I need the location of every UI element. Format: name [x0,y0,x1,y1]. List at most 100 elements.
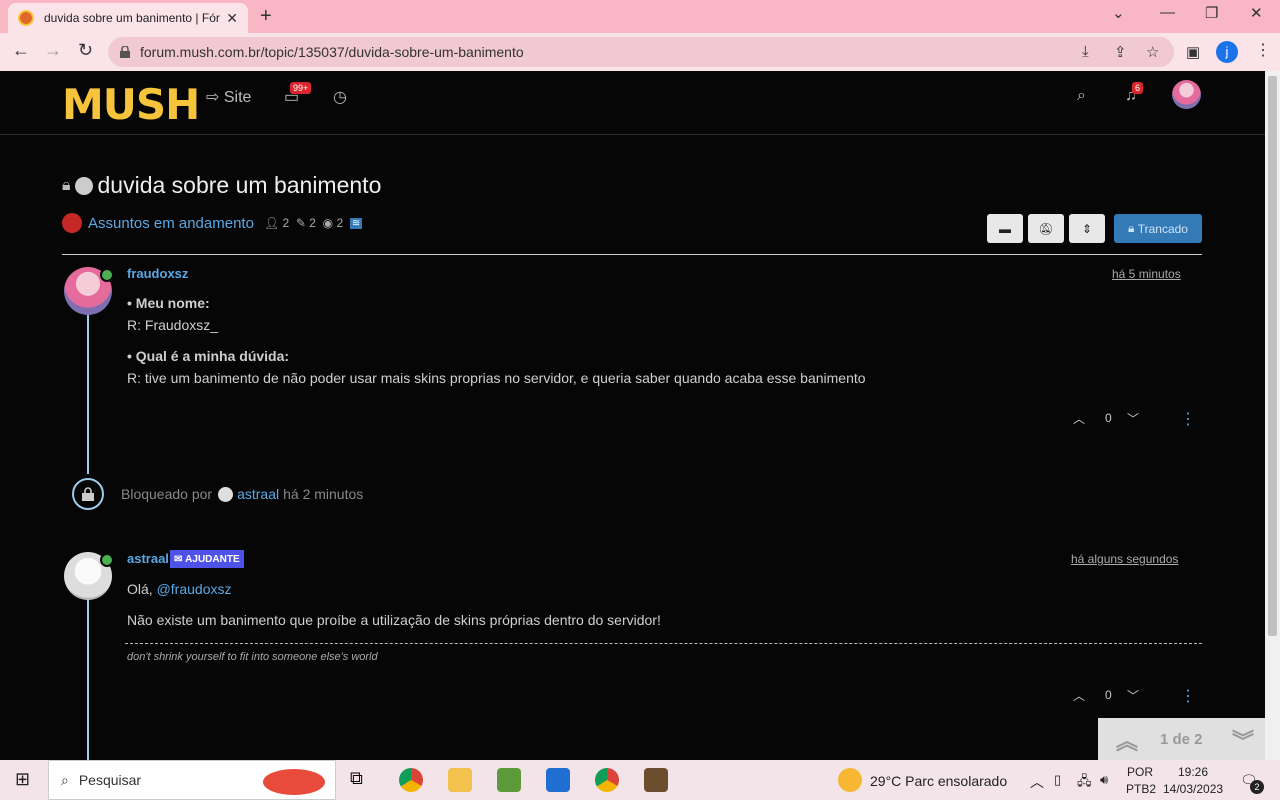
recent-clock-icon[interactable]: ◷ [333,87,347,107]
user-avatar[interactable] [1172,80,1201,109]
start-windows-icon[interactable]: ⊞ [15,769,30,790]
post-answer: R: Fraudoxsz_ [127,317,219,333]
nav-site-link[interactable]: ⇨ Site [206,87,251,107]
sort-button[interactable]: ⇕ [1069,214,1105,243]
locked-icon: 🔒︎ [62,176,71,194]
action-center-badge: 2 [1250,780,1264,794]
post-author[interactable]: fraudoxsz [127,266,188,281]
category-link[interactable]: Assuntos em andamento [88,215,254,232]
scrollbar-thumb[interactable] [1268,76,1277,636]
topic-meta: Assuntos em andamento 👤︎ 2 ✎ 2 ◉ 2 ≋ [62,213,363,233]
downvote-icon[interactable]: ﹀ [1127,687,1139,704]
bookmark-star-icon[interactable]: ☆ [1146,43,1159,61]
favicon-icon [18,10,34,26]
online-status [100,268,114,282]
tab-title: duvida sobre um banimento | Fór [44,11,220,25]
search-icon[interactable]: ⌕ [1077,87,1086,105]
install-icon[interactable]: ⤓ [1082,43,1089,60]
new-tab-icon[interactable]: + [260,5,272,28]
browser-menu-icon[interactable]: ⋮ [1255,40,1271,60]
bell-slash-icon: 🔕︎ [1038,221,1054,236]
event-user-avatar[interactable] [218,486,234,502]
post-question: • Meu nome: [127,295,210,311]
category-icon [62,213,82,233]
browser-toolbar: ← → ↻ forum.mush.com.br/topic/135037/duv… [0,33,1280,71]
weather-text[interactable]: 29°C Parc ensolarado [870,773,1007,789]
upvote-icon[interactable]: ︿ [1073,410,1085,427]
weather-sun-icon[interactable] [838,768,862,792]
url-text: forum.mush.com.br/topic/135037/duvida-so… [140,44,524,60]
windows-taskbar: ⊞ ⌕ Pesquisar ⧉ 29°C Parc ensolarado ︿ ▯… [0,760,1280,800]
search-placeholder: Pesquisar [78,772,142,788]
close-tab-icon[interactable]: ✕ [226,10,238,27]
forward-icon[interactable]: → [44,40,62,61]
brave-shield-icon[interactable] [546,768,570,792]
greeting-text: Olá, [127,581,153,597]
sidepanel-icon[interactable]: ▣ [1186,43,1200,61]
volume-icon[interactable]: 🔊︎ [1100,772,1108,788]
post-question: • Qual é a minha dúvida: [127,348,290,364]
watch-button[interactable]: 🔕︎ [1028,214,1064,243]
reload-icon[interactable]: ↻ [78,40,93,61]
online-status [100,553,114,567]
chrome-profile-icon[interactable] [595,768,619,792]
search-icon: ⌕ [61,771,69,788]
minecraft-icon[interactable] [497,768,521,792]
page-indicator[interactable]: 1 de 2 [1160,731,1203,748]
post-timestamp[interactable]: há alguns segundos [1071,552,1178,566]
tray-device-icon[interactable]: ▯ [1054,772,1061,788]
locked-button[interactable]: 🔒︎ Trancado [1114,214,1202,243]
page-scrollbar[interactable] [1265,71,1280,760]
share-icon[interactable]: ⇪ [1114,43,1127,61]
network-icon[interactable]: 🖧︎ [1077,772,1092,794]
views-count: 2 [336,216,344,230]
restore-icon[interactable]: ❐ [1205,4,1218,22]
event-user[interactable]: astraal [237,486,279,502]
clock-time[interactable]: 19:26 [1178,765,1208,779]
crafting-table-icon[interactable] [644,768,668,792]
post-greeting: Olá, @fraudoxsz [127,581,232,597]
last-page-icon[interactable]: ︾ [1232,724,1254,756]
posters-icon: 👤︎ [263,216,280,230]
taskbar-search[interactable]: ⌕ Pesquisar [48,760,336,800]
upvote-icon[interactable]: ︿ [1073,687,1085,704]
post-menu-icon[interactable]: ⋮ [1180,409,1196,429]
lock-event-icon [72,478,104,510]
timeline-line [87,314,89,474]
chrome-icon[interactable] [399,768,423,792]
post-menu-icon[interactable]: ⋮ [1180,686,1196,706]
back-icon[interactable]: ← [12,40,30,61]
profile-avatar[interactable]: j [1216,41,1238,63]
downvote-icon[interactable]: ﹀ [1127,410,1139,427]
pagination-widget: ︽ 1 de 2 ︾ [1098,718,1265,760]
posters-count: 2 [282,216,290,230]
clock-date[interactable]: 14/03/2023 [1163,782,1223,796]
group-badge: ✉ AJUDANTE [170,550,244,568]
inbox-tray-button[interactable]: ▬ [987,214,1023,243]
window-close-icon[interactable]: ✕ [1250,4,1263,22]
signature-divider [125,643,1202,644]
file-explorer-icon[interactable] [448,768,472,792]
inbox-tray-icon: ▬ [999,221,1011,236]
post-body: Não existe um banimento que proíbe a uti… [127,612,661,628]
rss-icon[interactable]: ≋ [349,217,363,229]
nav-site-label: Site [223,89,252,106]
tray-chevron-icon[interactable]: ︿ [1030,772,1044,792]
post-author[interactable]: astraal [127,551,169,566]
mention-link[interactable]: @fraudoxsz [157,581,232,597]
topic-title-row: 🔒︎ duvida sobre um banimento [62,172,381,199]
lang-secondary[interactable]: PTB2 [1126,782,1156,796]
minimize-icon[interactable]: — [1160,4,1175,21]
task-view-icon[interactable]: ⧉ [350,768,374,792]
event-prefix: Bloqueado por [121,486,213,502]
address-bar[interactable]: forum.mush.com.br/topic/135037/duvida-so… [108,37,1174,67]
site-logo[interactable]: MUSH [62,80,200,129]
tab-search-icon[interactable]: ⌄ [1112,4,1125,22]
browser-tab[interactable]: duvida sobre um banimento | Fór ✕ [8,3,248,33]
lang-primary[interactable]: POR [1127,765,1153,779]
moved-arrow-icon [74,176,93,195]
post-timestamp[interactable]: há 5 minutos [1112,267,1181,281]
vote-count: 0 [1105,411,1112,425]
inbox-badge: 99+ [290,82,312,94]
first-page-icon[interactable]: ︽ [1116,724,1138,756]
